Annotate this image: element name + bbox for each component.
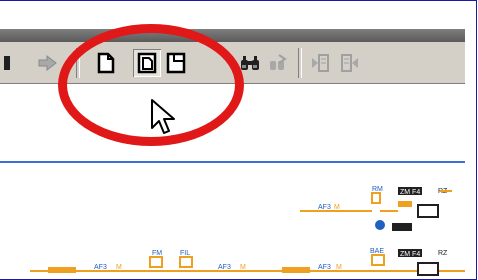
document-properties-button[interactable] bbox=[162, 49, 190, 77]
arrow-right-icon bbox=[38, 54, 57, 72]
diagram-label: BAE bbox=[370, 248, 384, 255]
replace-icon bbox=[270, 54, 287, 70]
replace-button[interactable] bbox=[264, 49, 292, 77]
forward-button[interactable] bbox=[34, 49, 62, 77]
navigate-back-icon bbox=[312, 54, 329, 72]
diagram-label: RM bbox=[372, 186, 383, 193]
diagram-label: FM bbox=[152, 250, 162, 257]
window-header-bar bbox=[0, 29, 470, 42]
toolbar bbox=[0, 42, 470, 84]
diagram-label: AF3 bbox=[318, 204, 331, 211]
new-document-button[interactable] bbox=[92, 49, 120, 77]
diagram-label: ZM F4 bbox=[400, 251, 420, 258]
find-button[interactable] bbox=[236, 49, 264, 77]
diagram-chain-bottom: AF3 M FM FIL AF3 M AF3 M BAE ZM F4 RZ bbox=[30, 248, 465, 276]
schematic-diagram: AF3 M RM ZM F4 RZ AF3 M FM FIL AF3 bbox=[30, 186, 465, 276]
copy-document-button[interactable] bbox=[133, 49, 161, 77]
diagram-label: ZM F4 bbox=[400, 189, 420, 196]
mouse-cursor-icon bbox=[151, 99, 175, 134]
diagram-label: FIL bbox=[180, 250, 190, 257]
diagram-chain-top: AF3 M RM ZM F4 RZ bbox=[300, 186, 452, 231]
diagram-label: RZ bbox=[438, 250, 448, 257]
diagram-label: AF3 bbox=[318, 264, 331, 271]
window-right-edge bbox=[465, 1, 476, 279]
application-window: AF3 M RM ZM F4 RZ AF3 M FM FIL AF3 bbox=[0, 0, 477, 280]
toolbar-separator bbox=[76, 48, 80, 78]
binoculars-icon bbox=[241, 56, 259, 70]
diagram-label: AF3 bbox=[94, 264, 107, 271]
navigate-forward-icon bbox=[341, 54, 358, 72]
diagram-label: M bbox=[336, 264, 342, 271]
diagram-label: AF3 bbox=[218, 264, 231, 271]
navigate-back-button[interactable] bbox=[306, 49, 334, 77]
diagram-label: M bbox=[240, 264, 246, 271]
document-corner-icon bbox=[166, 52, 186, 74]
document-icon bbox=[97, 52, 115, 74]
diagram-label: M bbox=[116, 264, 122, 271]
toolbar-grip bbox=[4, 56, 10, 70]
navigate-forward-button[interactable] bbox=[336, 49, 364, 77]
toolbar-separator bbox=[298, 48, 302, 78]
document-stack-icon bbox=[137, 52, 157, 74]
diagram-label: M bbox=[334, 204, 340, 211]
